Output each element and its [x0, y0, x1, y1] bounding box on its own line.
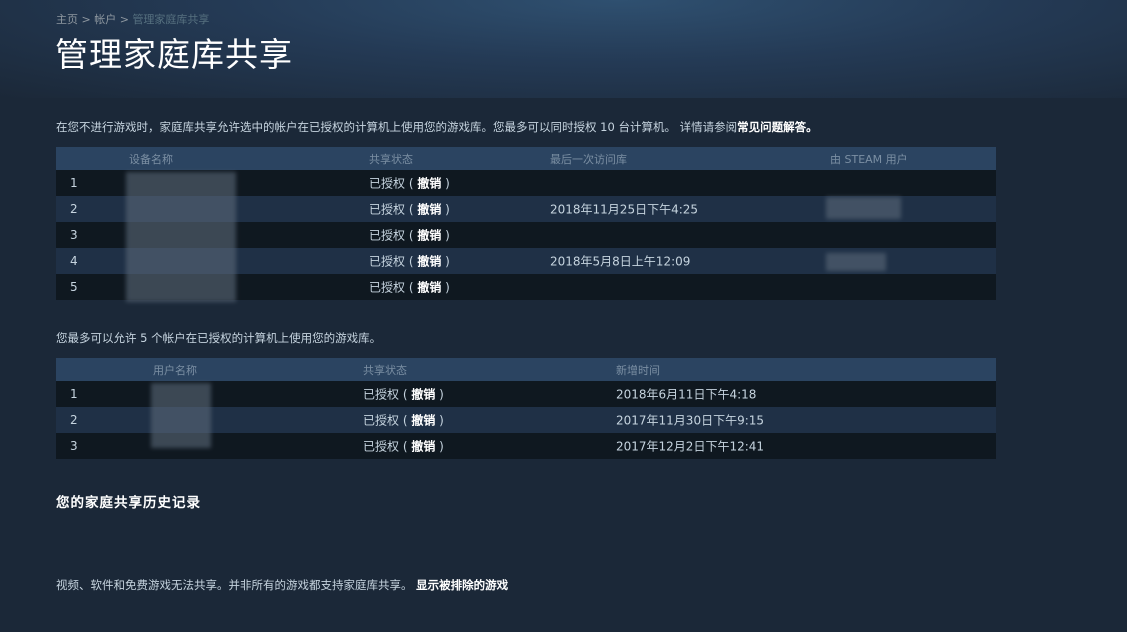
intro-end: 。 [806, 120, 818, 134]
date-cell: 2018年6月11日下午4:18 [616, 386, 756, 403]
intro-text: 在您不进行游戏时，家庭库共享允许选中的帐户在已授权的计算机上使用您的游戏库。您最… [56, 119, 818, 135]
status-text: 已授权 [369, 229, 405, 243]
status-text: 已授权 [369, 177, 405, 191]
status-text: 已授权 [369, 281, 405, 295]
accounts-note: 您最多可以允许 5 个帐户在已授权的计算机上使用您的游戏库。 [56, 330, 381, 346]
status-text: 已授权 [363, 414, 399, 428]
status-cell: 已授权 ( 撤销 ) [369, 253, 450, 270]
revoke-link[interactable]: 撤销 [417, 281, 441, 295]
date-cell: 2018年11月25日下午4:25 [550, 201, 698, 218]
devices-header: 设备名称 共享状态 最后一次访问库 由 STEAM 用户 [56, 147, 996, 170]
status-text: 已授权 [363, 440, 399, 454]
redacted-user [826, 253, 886, 271]
row-number: 5 [70, 280, 78, 294]
col-user-name: 用户名称 [153, 362, 197, 378]
page-title: 管理家庭库共享 [55, 28, 293, 76]
intro-body: 在您不进行游戏时，家庭库共享允许选中的帐户在已授权的计算机上使用您的游戏库。您最… [56, 120, 737, 134]
devices-table: 设备名称 共享状态 最后一次访问库 由 STEAM 用户 1 已授权 ( 撤销 )… [56, 147, 996, 300]
row-number: 1 [70, 387, 78, 401]
status-cell: 已授权 ( 撤销 ) [369, 201, 450, 218]
date-cell: 2017年11月30日下午9:15 [616, 412, 764, 429]
redacted-user [826, 197, 901, 219]
breadcrumb-account[interactable]: 帐户 [94, 13, 116, 26]
revoke-link[interactable]: 撤销 [411, 440, 435, 454]
redacted-device-names [126, 172, 236, 302]
status-cell: 已授权 ( 撤销 ) [363, 386, 444, 403]
footer-text: 视频、软件和免费游戏无法共享。并非所有的游戏都支持家庭库共享。 显示被排除的游戏 [56, 577, 508, 593]
row-number: 4 [70, 254, 78, 268]
col-status: 共享状态 [363, 362, 407, 378]
status-cell: 已授权 ( 撤销 ) [363, 438, 444, 455]
col-device-name: 设备名称 [129, 151, 173, 167]
breadcrumb: 主页 > 帐户 > 管理家庭库共享 [56, 11, 209, 27]
status-text: 已授权 [369, 203, 405, 217]
status-cell: 已授权 ( 撤销 ) [369, 227, 450, 244]
date-cell: 2018年5月8日上午12:09 [550, 253, 690, 270]
revoke-link[interactable]: 撤销 [417, 203, 441, 217]
revoke-link[interactable]: 撤销 [417, 177, 441, 191]
history-title: 您的家庭共享历史记录 [56, 491, 201, 511]
faq-link[interactable]: 常见问题解答 [737, 120, 806, 134]
date-cell: 2017年12月2日下午12:41 [616, 438, 764, 455]
footer-body: 视频、软件和免费游戏无法共享。并非所有的游戏都支持家庭库共享。 [56, 578, 416, 592]
breadcrumb-home[interactable]: 主页 [56, 13, 78, 26]
redacted-user-names [151, 383, 211, 448]
accounts-header: 用户名称 共享状态 新增时间 [56, 358, 996, 381]
row-number: 3 [70, 228, 78, 242]
revoke-link[interactable]: 撤销 [417, 255, 441, 269]
status-cell: 已授权 ( 撤销 ) [369, 279, 450, 296]
accounts-table: 用户名称 共享状态 新增时间 1 已授权 ( 撤销 ) 2018年6月11日下午4:… [56, 358, 996, 459]
status-text: 已授权 [369, 255, 405, 269]
status-cell: 已授权 ( 撤销 ) [369, 175, 450, 192]
col-steam-user: 由 STEAM 用户 [830, 151, 908, 167]
breadcrumb-current: 管理家庭库共享 [132, 13, 209, 26]
status-text: 已授权 [363, 388, 399, 402]
row-number: 3 [70, 439, 78, 453]
show-excluded-games-link[interactable]: 显示被排除的游戏 [416, 578, 508, 592]
revoke-link[interactable]: 撤销 [417, 229, 441, 243]
row-number: 2 [70, 413, 78, 427]
col-status: 共享状态 [369, 151, 413, 167]
row-number: 2 [70, 202, 78, 216]
col-added: 新增时间 [616, 362, 660, 378]
row-number: 1 [70, 176, 78, 190]
status-cell: 已授权 ( 撤销 ) [363, 412, 444, 429]
revoke-link[interactable]: 撤销 [411, 388, 435, 402]
revoke-link[interactable]: 撤销 [411, 414, 435, 428]
col-last-access: 最后一次访问库 [550, 151, 627, 167]
